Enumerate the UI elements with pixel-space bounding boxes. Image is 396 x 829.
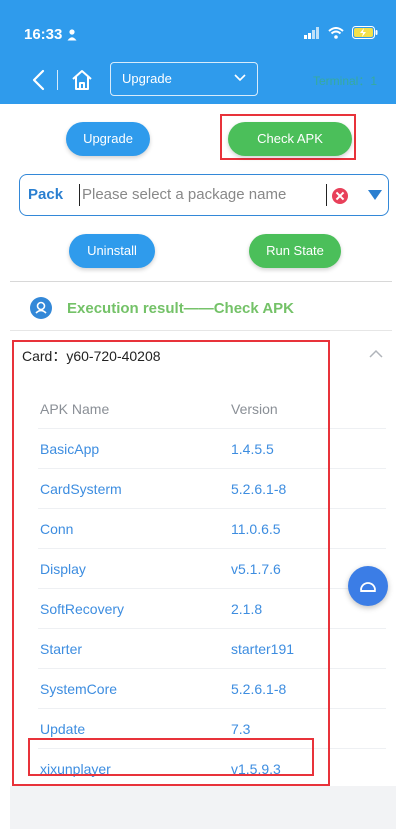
pack-label: Pack: [28, 186, 64, 203]
text-cursor: [79, 184, 80, 206]
result-icon: [30, 297, 52, 319]
uninstall-button[interactable]: Uninstall: [69, 234, 155, 268]
function-select[interactable]: Upgrade: [110, 62, 258, 96]
status-time: 16:33: [24, 26, 77, 43]
input-end-cursor: [326, 184, 327, 206]
upgrade-button[interactable]: Upgrade: [66, 122, 150, 156]
section-divider: [10, 281, 392, 282]
function-select-value: Upgrade: [122, 71, 172, 86]
nav-divider: [57, 70, 58, 90]
pack-input[interactable]: Please select a package name: [82, 186, 286, 203]
signal-icon: [304, 26, 319, 39]
pack-selector[interactable]: Pack Please select a package name: [19, 174, 389, 216]
app-header: 16:33 Upgrade Terminal：1: [0, 0, 396, 104]
back-icon[interactable]: [28, 68, 50, 92]
execution-result-title: Execution result——Check APK: [67, 300, 294, 317]
highlight-xixunplayer-row: [28, 738, 314, 776]
home-icon[interactable]: [70, 68, 94, 92]
dropdown-triangle-icon[interactable]: [368, 190, 382, 200]
person-icon: [67, 28, 77, 40]
bottom-area: [10, 786, 396, 829]
assistant-float-button[interactable]: [348, 566, 388, 606]
card-divider: [10, 330, 392, 331]
status-icons: [304, 26, 378, 39]
terminal-label: Terminal：1: [313, 74, 378, 88]
battery-charging-icon: [352, 26, 378, 39]
check-apk-button[interactable]: Check APK: [228, 122, 352, 156]
highlight-card-section: [12, 340, 330, 786]
chevron-down-icon: [234, 74, 246, 82]
chevron-up-icon[interactable]: [368, 349, 384, 359]
wifi-icon: [328, 26, 344, 39]
run-state-button[interactable]: Run State: [249, 234, 341, 268]
nav-row: Upgrade Terminal：1: [0, 62, 396, 98]
clear-icon[interactable]: [332, 188, 348, 204]
main-content: Upgrade Check APK Pack Please select a p…: [0, 104, 396, 829]
assistant-icon: [360, 582, 376, 592]
status-time-text: 16:33: [24, 26, 63, 43]
